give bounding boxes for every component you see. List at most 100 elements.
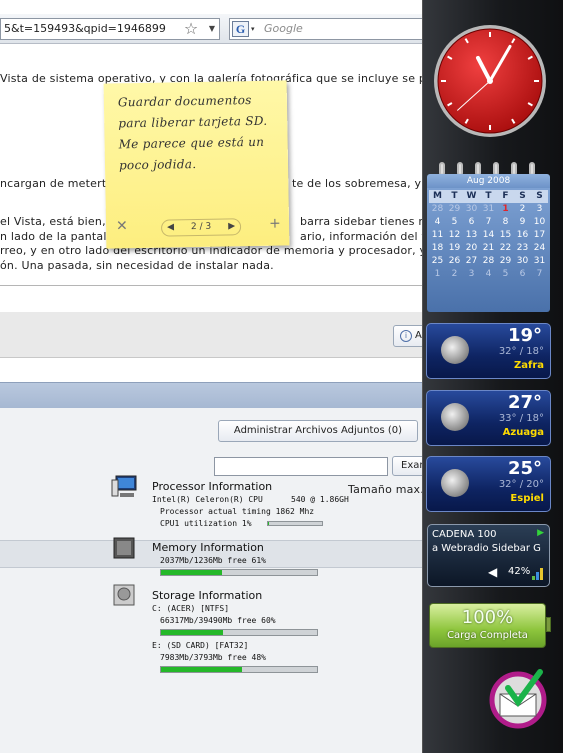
weekday-header: S bbox=[514, 190, 531, 203]
calendar-day[interactable]: 5 bbox=[497, 268, 514, 281]
note-pager[interactable]: ◀ 2 / 3 ▶ bbox=[160, 218, 242, 237]
drive-e-bar bbox=[160, 666, 318, 673]
analog-clock-gadget[interactable] bbox=[431, 20, 550, 142]
search-placeholder[interactable]: Google bbox=[264, 19, 303, 39]
calendar-day[interactable]: 30 bbox=[463, 203, 480, 216]
calendar-day[interactable]: 9 bbox=[514, 216, 531, 229]
weather-temp: 27° bbox=[507, 392, 542, 413]
calendar-day[interactable]: 2 bbox=[514, 203, 531, 216]
calendar-day[interactable]: 16 bbox=[514, 229, 531, 242]
cpu-bar-fill bbox=[268, 522, 269, 525]
weather-gadget-espiel[interactable]: 25° 32° / 20° Espiel bbox=[426, 456, 551, 512]
article-text-line: barra sidebar tienes mo bbox=[300, 215, 437, 228]
calendar-day[interactable]: 31 bbox=[531, 255, 548, 268]
bookmark-star-icon[interactable]: ☆ bbox=[181, 19, 201, 39]
calendar-day[interactable]: 10 bbox=[531, 216, 548, 229]
volume-bars-icon[interactable] bbox=[531, 562, 545, 582]
weather-gadget-zafra[interactable]: 19° 32° / 18° Zafra bbox=[426, 323, 551, 379]
google-engine-icon[interactable]: G bbox=[232, 21, 249, 37]
calendar-day[interactable]: 28 bbox=[429, 203, 446, 216]
calendar-day[interactable]: 15 bbox=[497, 229, 514, 242]
calendar-day[interactable]: 4 bbox=[429, 216, 446, 229]
drive-c-bar bbox=[160, 629, 318, 636]
section-header-bar bbox=[0, 382, 440, 408]
calendar-day[interactable]: 3 bbox=[463, 268, 480, 281]
mail-checker-icon[interactable] bbox=[488, 666, 548, 736]
battery-terminal bbox=[546, 617, 551, 632]
note-line: Guardar documentos bbox=[117, 93, 252, 110]
drive-c-label: C: (ACER) [NTFS] bbox=[152, 604, 230, 613]
article-text-line: te de los sobremesa, y d bbox=[292, 177, 433, 190]
battery-status: Carga Completa bbox=[447, 630, 528, 641]
calendar-day[interactable]: 31 bbox=[480, 203, 497, 216]
calendar-day[interactable]: 21 bbox=[480, 242, 497, 255]
info-icon: i bbox=[400, 330, 412, 342]
engine-dropdown-icon[interactable]: ▾ bbox=[251, 19, 261, 39]
radio-title: a Webradio Sidebar G bbox=[432, 543, 541, 554]
calendar-day[interactable]: 29 bbox=[446, 203, 463, 216]
weather-city: Espiel bbox=[510, 493, 544, 504]
drive-e-usage: 7983Mb/3793Mb free 48% bbox=[160, 653, 266, 662]
calendar-day[interactable]: 8 bbox=[497, 216, 514, 229]
cpu-bar bbox=[267, 521, 323, 526]
calendar-day[interactable]: 26 bbox=[446, 255, 463, 268]
calendar-day[interactable]: 1 bbox=[497, 203, 514, 216]
add-note-icon[interactable]: + bbox=[269, 216, 281, 232]
calendar-day[interactable]: 7 bbox=[531, 268, 548, 281]
calendar-day[interactable]: 27 bbox=[463, 255, 480, 268]
weather-range: 33° / 18° bbox=[498, 413, 544, 424]
radio-volume: 42% bbox=[508, 566, 531, 577]
calendar-day[interactable]: 28 bbox=[480, 255, 497, 268]
calendar-day[interactable]: 25 bbox=[429, 255, 446, 268]
weekday-header: T bbox=[480, 190, 497, 203]
calendar-day[interactable]: 11 bbox=[429, 229, 446, 242]
calendar-day[interactable]: 29 bbox=[497, 255, 514, 268]
calendar-day[interactable]: 1 bbox=[429, 268, 446, 281]
calendar-month[interactable]: Aug 2008 bbox=[427, 174, 550, 188]
cpu-speed: 540 @ 1.86GH bbox=[291, 495, 349, 504]
calendar-day[interactable]: 3 bbox=[531, 203, 548, 216]
prev-note-icon[interactable]: ◀ bbox=[167, 220, 174, 235]
next-note-icon[interactable]: ▶ bbox=[228, 219, 235, 234]
calendar-day[interactable]: 6 bbox=[463, 216, 480, 229]
memory-bar-fill bbox=[161, 570, 222, 575]
calendar-day[interactable]: 2 bbox=[446, 268, 463, 281]
calendar-day[interactable]: 23 bbox=[514, 242, 531, 255]
calendar-day[interactable]: 14 bbox=[480, 229, 497, 242]
memory-chip-icon bbox=[113, 537, 135, 559]
address-bar[interactable]: 5&t=159493&qpid=1946899 ☆ ▼ bbox=[0, 18, 220, 40]
url-dropdown-icon[interactable]: ▼ bbox=[206, 19, 218, 39]
calendar-day[interactable]: 18 bbox=[429, 242, 446, 255]
memory-title: Memory Information bbox=[152, 541, 264, 554]
calendar-day[interactable]: 4 bbox=[480, 268, 497, 281]
calendar-day[interactable]: 19 bbox=[446, 242, 463, 255]
drive-e-label: E: (SD CARD) [FAT32] bbox=[152, 641, 249, 650]
article-text-line: ncargan de metert bbox=[0, 177, 107, 190]
sticky-note-gadget[interactable]: Guardar documentos para liberar tarjeta … bbox=[103, 80, 290, 249]
moon-icon bbox=[441, 469, 469, 497]
calendar-day[interactable]: 22 bbox=[497, 242, 514, 255]
calendar-day[interactable]: 7 bbox=[480, 216, 497, 229]
note-close-icon[interactable]: ✕ bbox=[116, 218, 128, 234]
manage-attachments-button[interactable]: Administrar Archivos Adjuntos (0) bbox=[218, 420, 418, 442]
processor-title: Processor Information bbox=[152, 480, 273, 493]
calendar-day[interactable]: 30 bbox=[514, 255, 531, 268]
radio-station: CADENA 100 bbox=[432, 529, 497, 540]
speaker-icon[interactable]: ◀ bbox=[488, 565, 497, 579]
desktop-screen: 5&t=159493&qpid=1946899 ☆ ▼ G ▾ Google ⚲… bbox=[0, 0, 563, 753]
weather-gadget-azuaga[interactable]: 27° 33° / 18° Azuaga bbox=[426, 390, 551, 446]
calendar-gadget[interactable]: Aug 2008 M T W T F S S 28 29 30 31 1 2 3 4 5 6 7 8 9 10 11 12 1… bbox=[427, 160, 550, 312]
play-icon[interactable]: ▶ bbox=[537, 528, 544, 538]
webradio-gadget[interactable]: CADENA 100 ▶ a Webradio Sidebar G ◀ 42% bbox=[427, 524, 550, 587]
calendar-day[interactable]: 17 bbox=[531, 229, 548, 242]
calendar-day[interactable]: 6 bbox=[514, 268, 531, 281]
article-text-line: n lado de la pantall bbox=[0, 230, 110, 243]
calendar-day[interactable]: 13 bbox=[463, 229, 480, 242]
battery-gadget[interactable]: 100% Carga Completa bbox=[429, 603, 546, 648]
calendar-day[interactable]: 12 bbox=[446, 229, 463, 242]
moon-icon bbox=[441, 403, 469, 431]
calendar-day[interactable]: 5 bbox=[446, 216, 463, 229]
calendar-day[interactable]: 20 bbox=[463, 242, 480, 255]
weather-city: Zafra bbox=[513, 360, 544, 371]
calendar-day[interactable]: 24 bbox=[531, 242, 548, 255]
